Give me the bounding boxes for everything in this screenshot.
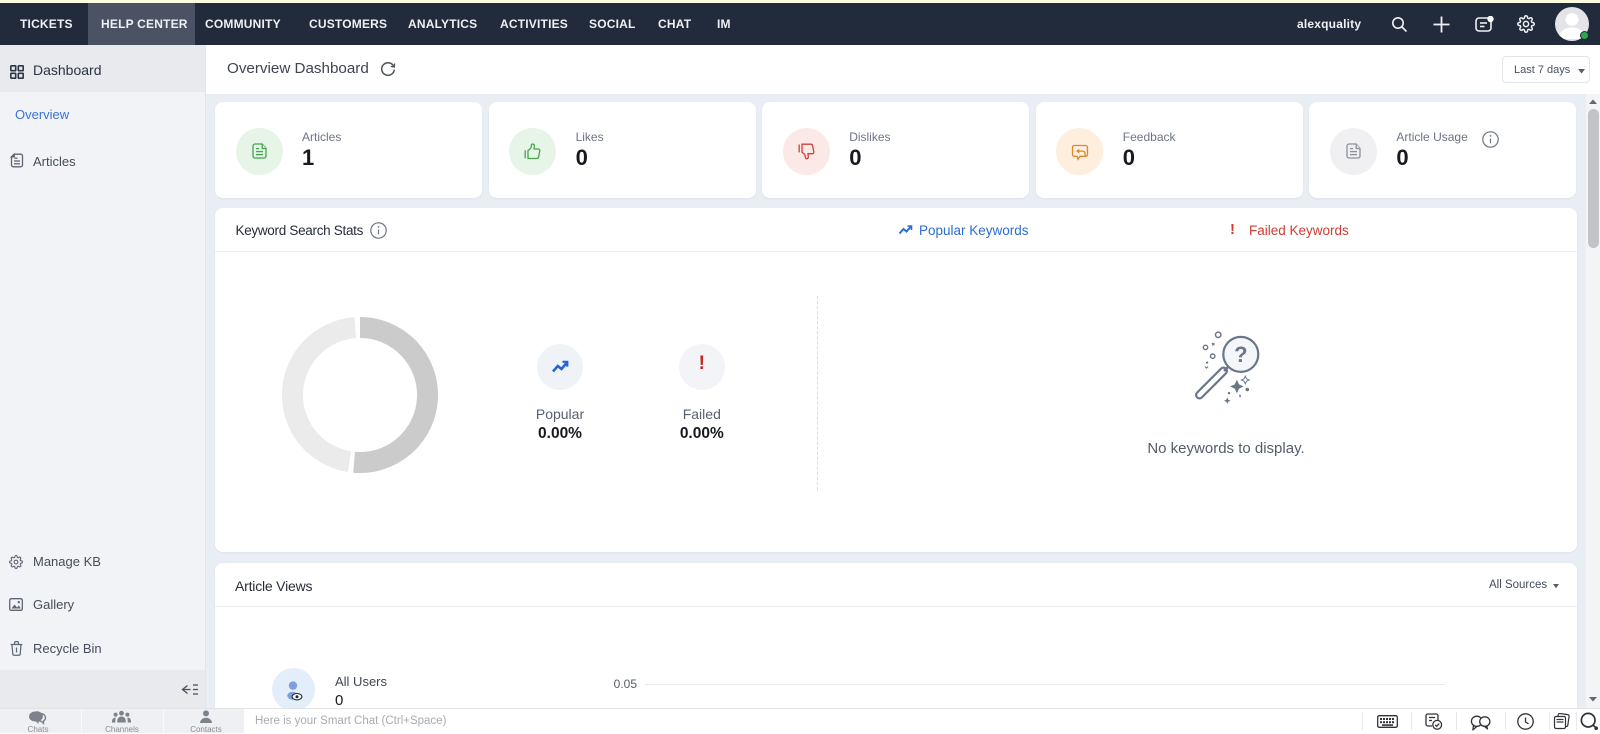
svg-text:?: ? — [1234, 342, 1247, 367]
